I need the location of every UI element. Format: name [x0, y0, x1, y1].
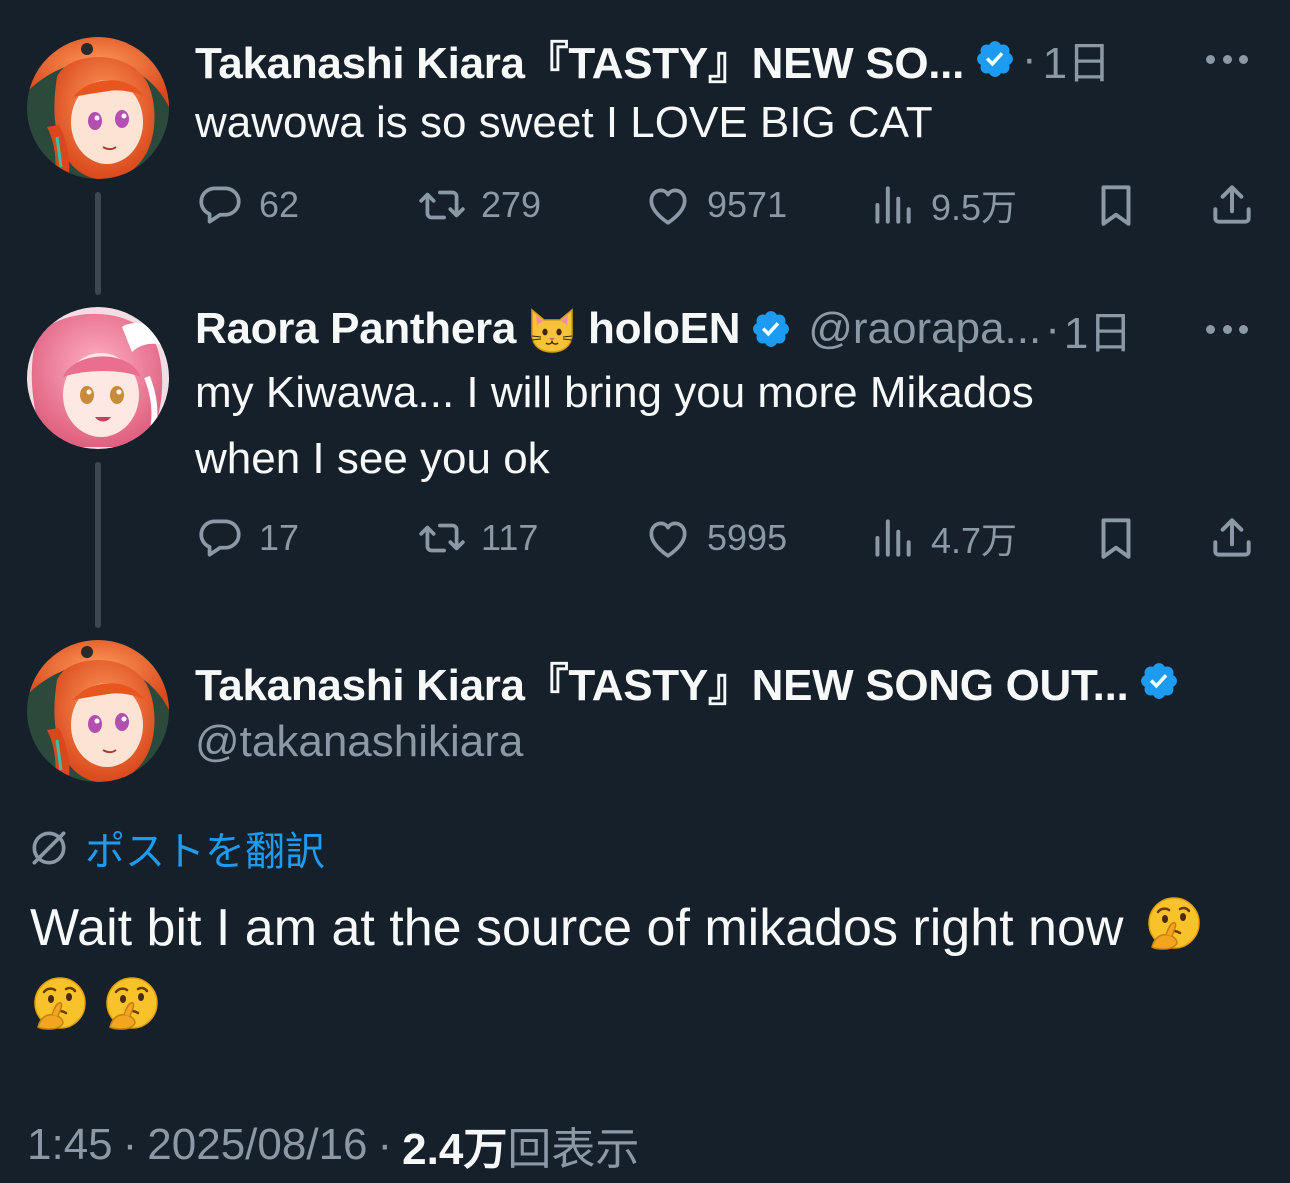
tweet-time[interactable]: 1日 — [1043, 27, 1111, 91]
like-icon — [643, 513, 693, 563]
translate-label: ポストを翻訳 — [85, 830, 325, 874]
views-button[interactable]: 9.5万 — [867, 175, 1017, 235]
post-date[interactable]: 2025/08/16 — [147, 1120, 367, 1170]
retweet-button[interactable]: 279 — [417, 175, 541, 235]
reply-button[interactable]: 17 — [195, 508, 299, 568]
bookmark-button[interactable] — [1091, 175, 1141, 235]
author-name[interactable]: Raora Panthera — [195, 304, 516, 354]
tweet-text-line-1: my Kiwawa... I will bring you more Mikad… — [195, 368, 1034, 417]
like-count: 9571 — [707, 184, 788, 225]
raora-avatar-image — [27, 307, 169, 449]
author-handle[interactable]: @raorapa... — [808, 304, 1041, 354]
verified-badge-icon — [1138, 660, 1180, 702]
views-count: 4.7万 — [931, 520, 1018, 561]
reply-icon — [195, 180, 245, 230]
tweet-text: wawowa is so sweet I LOVE BIG CAT — [195, 98, 933, 147]
thinking-emoji-icon — [102, 975, 162, 1035]
main-tweet-text: Wait bit I am at the source of mikados r… — [30, 888, 1270, 1048]
main-tweet-text-content: Wait bit I am at the source of mikados r… — [30, 899, 1124, 957]
share-icon — [1207, 513, 1257, 563]
translate-icon — [32, 831, 66, 865]
views-icon — [867, 513, 917, 563]
like-button[interactable]: 5995 — [643, 508, 787, 568]
avatar-raora[interactable] — [27, 307, 169, 449]
main-author-row: Takanashi Kiara『TASTY』NEW SONG OUT... — [195, 656, 1266, 710]
share-button[interactable] — [1207, 175, 1257, 235]
main-tweet-header: Takanashi Kiara『TASTY』NEW SONG OUT... @t… — [195, 656, 1266, 772]
cat-emoji-icon — [526, 304, 578, 354]
separator-dot: · — [1022, 34, 1037, 83]
retweet-icon — [417, 180, 467, 230]
bookmark-icon — [1091, 513, 1141, 563]
tweet-time[interactable]: 1日 — [1064, 297, 1132, 361]
author-handle[interactable]: @takanashikiara — [195, 712, 1266, 772]
avatar-kiara-main[interactable] — [27, 640, 169, 782]
kiara-avatar-image — [27, 37, 169, 179]
like-icon — [643, 180, 693, 230]
thinking-emoji-icon — [1144, 895, 1204, 955]
tweet-2-actions: 17 117 5995 4.7万 — [195, 508, 1265, 568]
share-button[interactable] — [1207, 508, 1257, 568]
separator-dot: · — [1045, 304, 1060, 353]
thread-line — [95, 462, 101, 628]
translate-post-button[interactable]: ポストを翻訳 — [27, 820, 325, 876]
reply-icon — [195, 513, 245, 563]
verified-badge-icon — [974, 38, 1016, 80]
tweet-header: Raora Panthera holoEN @raorapa... · 1日 — [195, 304, 1266, 358]
reply-button[interactable]: 62 — [195, 175, 299, 235]
thinking-emoji-icon — [30, 975, 90, 1035]
retweet-icon — [417, 513, 467, 563]
avatar-kiara-1[interactable] — [27, 37, 169, 179]
tweet-1[interactable]: Takanashi Kiara『TASTY』NEW SO... · 1日 waw… — [195, 34, 1266, 156]
bookmark-button[interactable] — [1091, 508, 1141, 568]
more-icon[interactable] — [1206, 304, 1248, 354]
tweet-1-actions: 62 279 9571 9.5万 — [195, 175, 1265, 235]
view-count: 2.4万 — [402, 1125, 508, 1174]
views-button[interactable]: 4.7万 — [867, 508, 1017, 568]
tweet-2[interactable]: Raora Panthera holoEN @raorapa... · 1日 m… — [195, 304, 1266, 492]
kiara-avatar-image — [27, 640, 169, 782]
tweet-text-line-2: when I see you ok — [195, 434, 550, 483]
retweet-count: 117 — [481, 517, 539, 558]
views-count: 9.5万 — [931, 187, 1018, 228]
author-name-suffix[interactable]: holoEN — [588, 304, 740, 354]
reply-count: 62 — [259, 184, 300, 225]
more-icon[interactable] — [1206, 34, 1248, 84]
reply-count: 17 — [259, 517, 300, 558]
bookmark-icon — [1091, 180, 1141, 230]
tweet-header: Takanashi Kiara『TASTY』NEW SO... · 1日 — [195, 34, 1266, 88]
thread-line — [95, 192, 101, 295]
like-button[interactable]: 9571 — [643, 175, 787, 235]
tweet-text: my Kiwawa... I will bring you more Mikad… — [195, 360, 1266, 492]
verified-badge-icon — [750, 308, 792, 350]
author-name[interactable]: Takanashi Kiara『TASTY』NEW SO... — [195, 27, 964, 91]
view-label: 回表示 — [507, 1125, 640, 1174]
like-count: 5995 — [707, 517, 788, 558]
separator-dot: · — [377, 1120, 393, 1169]
share-icon — [1207, 180, 1257, 230]
retweet-button[interactable]: 117 — [417, 508, 538, 568]
post-time[interactable]: 1:45 — [27, 1120, 113, 1170]
tweet-metadata: 1:45 · 2025/08/16 · 2.4万 回表示 — [27, 1115, 639, 1175]
separator-dot: · — [122, 1120, 138, 1169]
views-icon — [867, 180, 917, 230]
author-name[interactable]: Takanashi Kiara『TASTY』NEW SONG OUT... — [195, 649, 1129, 713]
retweet-count: 279 — [481, 184, 542, 225]
